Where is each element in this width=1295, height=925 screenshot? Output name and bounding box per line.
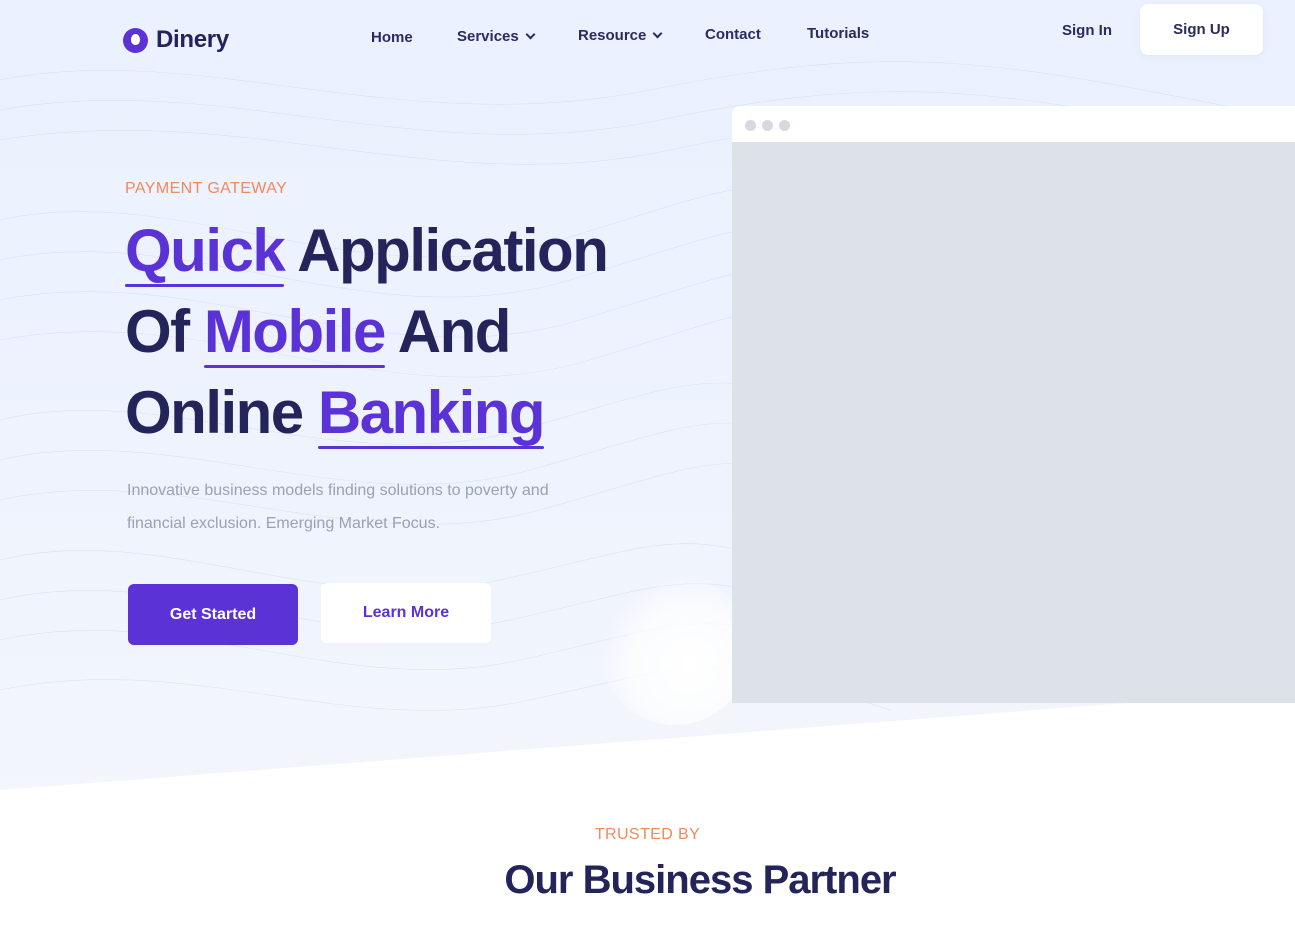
headline-highlight: Banking [317, 372, 546, 453]
headline-line-1: Quick Application [125, 210, 609, 291]
nav-item-label: Services [457, 28, 519, 45]
mockup-image-placeholder [732, 142, 1295, 703]
logo[interactable]: Dinery [123, 26, 229, 54]
chevron-down-icon [652, 28, 663, 39]
nav-item-label: Tutorials [807, 25, 870, 42]
hero-eyebrow: PAYMENT GATEWAY [125, 180, 288, 197]
headline-line-2: Of Mobile And [125, 291, 607, 372]
headline-text: Online [125, 379, 304, 446]
headline-highlight: Mobile [203, 291, 386, 372]
partners-eyebrow: TRUSTED BY [594, 826, 701, 843]
window-dot-icon [745, 119, 756, 131]
headline-text: And [397, 298, 512, 365]
browser-mockup [732, 106, 1295, 703]
nav-item-label: Resource [578, 27, 647, 44]
learn-more-button[interactable]: Learn More [321, 583, 491, 643]
headline-highlight: Quick [125, 210, 286, 291]
nav-item-contact[interactable]: Contact [705, 26, 761, 43]
nav-item-resource[interactable]: Resource [578, 27, 663, 44]
browser-title-bar [732, 106, 1295, 144]
sign-in-link[interactable]: Sign In [1062, 22, 1112, 39]
sign-up-button[interactable]: Sign Up [1140, 4, 1263, 55]
get-started-button[interactable]: Get Started [128, 584, 298, 645]
hero-description: Innovative business models finding solut… [127, 482, 549, 532]
hero-headline: Quick Application Of Mobile And Online B… [125, 210, 609, 453]
nav-item-label: Contact [705, 26, 761, 43]
partners-title: Our Business Partner [504, 858, 896, 902]
nav-item-home[interactable]: Home [371, 29, 413, 46]
chevron-down-icon [525, 29, 536, 40]
headline-line-3: Online Banking [125, 372, 607, 453]
glow-decoration [600, 575, 750, 725]
headline-text: Of [125, 298, 190, 365]
headline-text: Application [297, 217, 609, 284]
nav-item-services[interactable]: Services [457, 28, 536, 45]
nav-item-tutorials[interactable]: Tutorials [807, 25, 869, 42]
window-dot-icon [779, 119, 790, 131]
logo-icon [123, 27, 148, 53]
nav-item-label: Home [371, 29, 413, 46]
logo-text: Dinery [156, 26, 229, 53]
window-dot-icon [762, 119, 773, 131]
